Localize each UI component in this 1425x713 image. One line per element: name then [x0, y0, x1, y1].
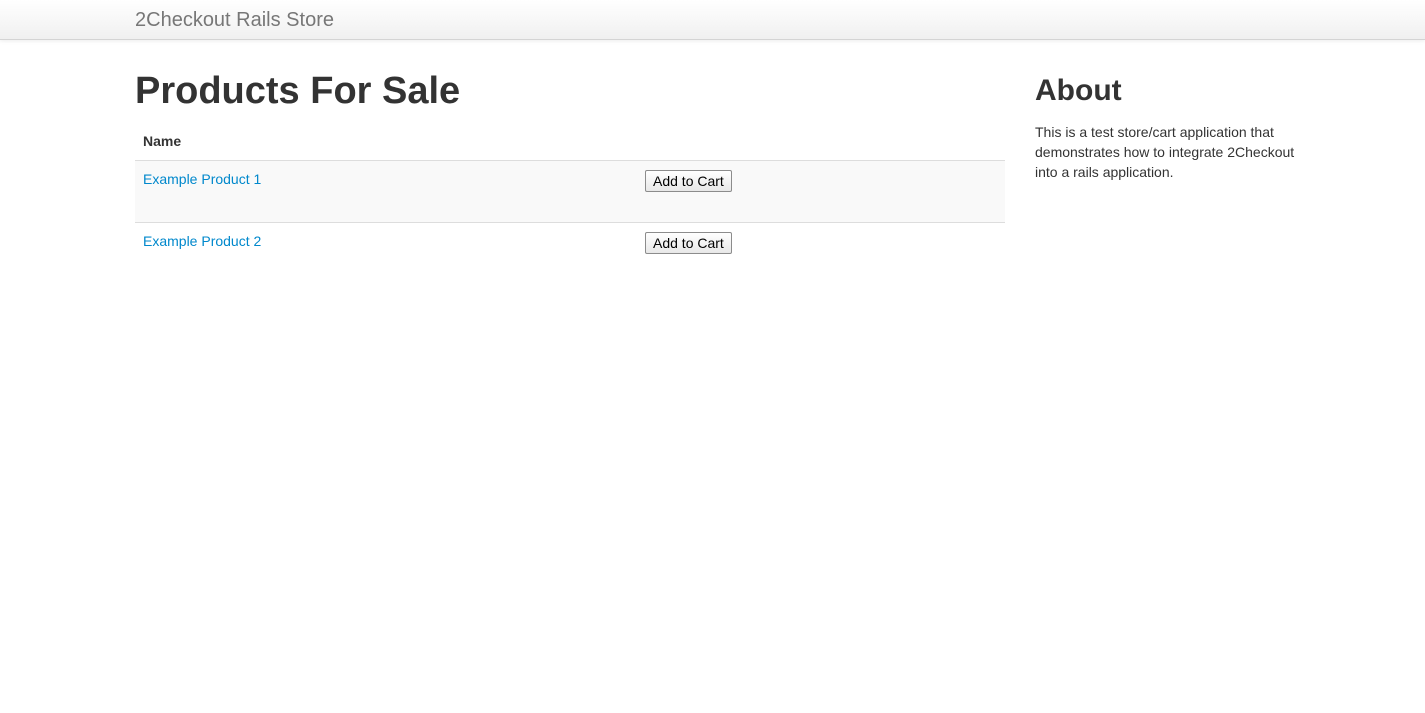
about-section: About This is a test store/cart applicat… — [1035, 70, 1315, 182]
table-row: Example Product 1 Add to Cart — [135, 160, 1005, 223]
add-to-cart-button[interactable]: Add to Cart — [645, 232, 732, 254]
product-link[interactable]: Example Product 1 — [143, 171, 261, 187]
products-section: Products For Sale Name Example Product 1… — [135, 70, 1005, 269]
table-row: Example Product 2 Add to Cart — [135, 222, 1005, 269]
product-action-cell: Add to Cart — [637, 222, 1005, 269]
about-text: This is a test store/cart application th… — [1035, 124, 1295, 180]
products-table: Name Example Product 1 Add to Cart Examp… — [135, 128, 1005, 269]
column-header-actions — [637, 128, 1005, 161]
product-name-cell: Example Product 1 — [135, 160, 637, 223]
about-title: About — [1035, 74, 1122, 107]
add-to-cart-button[interactable]: Add to Cart — [645, 170, 732, 192]
page-title: Products For Sale — [135, 70, 461, 112]
brand-link[interactable]: 2Checkout Rails Store — [135, 9, 334, 31]
table-header-row: Name — [135, 128, 1005, 161]
navbar: 2Checkout Rails Store — [0, 0, 1425, 40]
product-name-cell: Example Product 2 — [135, 222, 637, 269]
product-link[interactable]: Example Product 2 — [143, 233, 261, 249]
product-action-cell: Add to Cart — [637, 160, 1005, 223]
column-header-name: Name — [143, 133, 182, 149]
